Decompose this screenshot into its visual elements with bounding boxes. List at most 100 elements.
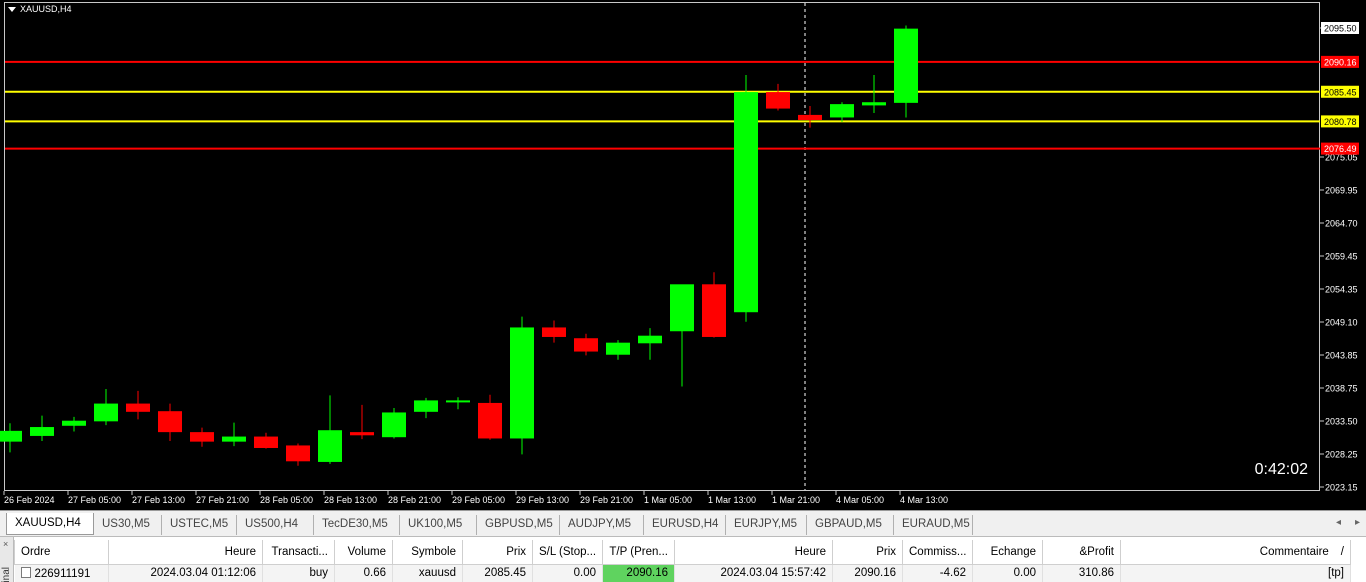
column-header[interactable]: S/L (Stop... (532, 540, 603, 565)
column-header[interactable]: Echange (972, 540, 1043, 565)
column-header-label: Symbole (411, 545, 456, 558)
time-axis-label: 1 Mar 05:00 (644, 495, 692, 505)
table-cell: 0.00 (532, 564, 603, 582)
bull-candle (0, 430, 22, 442)
tab-us500-h4[interactable]: US500,H4 (237, 515, 314, 535)
price-line-tag-label: 2076.49 (1324, 144, 1357, 154)
bull-candle (446, 400, 470, 403)
time-axis-label: 27 Feb 13:00 (132, 495, 185, 505)
table-cell: 2024.03.04 15:57:42 (674, 564, 833, 582)
bull-candle (894, 28, 918, 103)
cell-value: 2085.45 (484, 567, 526, 580)
column-header-label: Transacti... (271, 545, 328, 558)
tab-gbpusd-m5[interactable]: GBPUSD,M5 (477, 515, 560, 535)
time-axis-label: 26 Feb 2024 (4, 495, 55, 505)
chart-area[interactable]: 2095.502075.052069.952064.702059.452054.… (0, 0, 1366, 510)
price-tick-label: 2069.95 (1325, 186, 1358, 196)
tab-euraud-m5[interactable]: EURAUD,M5 (894, 515, 973, 535)
bear-candle (702, 284, 726, 337)
column-header[interactable]: Prix (832, 540, 903, 565)
tab-audjpy-m5[interactable]: AUDJPY,M5 (560, 515, 644, 535)
bull-candle (318, 430, 342, 462)
table-cell: [tp] (1120, 564, 1351, 582)
column-header-label: Heure (794, 545, 826, 558)
bull-candle (606, 342, 630, 355)
time-axis-label: 1 Mar 13:00 (708, 495, 756, 505)
cell-value: 226911191 (34, 567, 91, 580)
dropdown-icon[interactable] (8, 7, 16, 13)
column-header[interactable]: Volume (334, 540, 393, 565)
bull-candle (670, 284, 694, 332)
bear-candle (766, 92, 790, 109)
bull-candle (222, 436, 246, 442)
tab-ustec-m5[interactable]: USTEC,M5 (162, 515, 237, 535)
column-header-label: Echange (990, 545, 1036, 558)
order-icon (20, 566, 31, 578)
bear-candle (158, 411, 182, 433)
table-cell: -4.62 (902, 564, 973, 582)
tab-xauusd-h4[interactable]: XAUUSD,H4 (6, 513, 94, 535)
terminal-panel: × minal Ordre Heure Transacti... Volume Symb… (0, 536, 1366, 582)
column-header[interactable]: Commiss... (902, 540, 973, 565)
bear-candle (574, 338, 598, 352)
tab-gbpaud-m5[interactable]: GBPAUD,M5 (807, 515, 894, 535)
tab-uk100-m5[interactable]: UK100,M5 (400, 515, 477, 535)
table-cell: 0.00 (972, 564, 1043, 582)
bear-candle (190, 432, 214, 442)
cell-value: 2024.03.04 15:57:42 (720, 567, 826, 580)
scroll-right-icon[interactable]: ▸ (1355, 517, 1360, 528)
column-header[interactable]: Ordre (14, 540, 109, 565)
time-axis-label: 4 Mar 13:00 (900, 495, 948, 505)
table-cell: buy (262, 564, 335, 582)
table-cell: 2090.16 (832, 564, 903, 582)
price-line-tag-label: 2090.16 (1324, 57, 1357, 67)
cell-value: 0.66 (363, 567, 386, 580)
tab-eurusd-h4[interactable]: EURUSD,H4 (644, 515, 726, 535)
column-header-label: T/P (Pren... (609, 545, 668, 558)
sort-icon[interactable]: / (1341, 546, 1344, 558)
table-cell: 2024.03.04 01:12:06 (108, 564, 263, 582)
candlestick-chart[interactable]: 2095.502075.052069.952064.702059.452054.… (0, 0, 1366, 510)
tab-eurjpy-m5[interactable]: EURJPY,M5 (726, 515, 807, 535)
close-icon[interactable]: × (3, 539, 8, 549)
column-header[interactable]: Symbole (392, 540, 463, 565)
column-header-label: Ordre (21, 545, 51, 558)
symbol-label: XAUUSD,H4 (20, 4, 72, 14)
price-tick-label: 2064.70 (1325, 219, 1358, 229)
bear-candle (350, 432, 374, 436)
column-header-label: S/L (Stop... (539, 545, 597, 558)
column-header[interactable]: &Profit (1042, 540, 1121, 565)
chart-symbol-title[interactable]: XAUUSD,H4 (8, 4, 72, 14)
bull-candle (62, 420, 86, 426)
table-cell: 0.66 (334, 564, 393, 582)
bull-candle (734, 92, 758, 313)
column-header[interactable]: Transacti... (262, 540, 335, 565)
terminal-side-strip: × minal (0, 537, 14, 582)
column-header[interactable]: T/P (Pren... (602, 540, 675, 565)
time-axis-label: 1 Mar 21:00 (772, 495, 820, 505)
bull-candle (414, 400, 438, 412)
tab-tecde30-m5[interactable]: TecDE30,M5 (314, 515, 400, 535)
bull-candle (30, 427, 54, 436)
bull-candle (638, 335, 662, 344)
scroll-left-icon[interactable]: ◂ (1336, 517, 1341, 528)
table-cell: 226911191 (14, 564, 109, 582)
bear-candle (126, 403, 150, 412)
bear-candle (478, 402, 502, 439)
bull-candle (862, 102, 886, 106)
table-cell: 310.86 (1042, 564, 1121, 582)
column-header[interactable]: Heure (674, 540, 833, 565)
column-header-label: Prix (876, 545, 896, 558)
cell-value: 310.86 (1078, 567, 1114, 580)
last-price-label: 2095.50 (1324, 24, 1357, 34)
time-axis-label: 27 Feb 21:00 (196, 495, 249, 505)
price-tick-label: 2059.45 (1325, 252, 1358, 262)
table-row[interactable]: 226911191 2024.03.04 01:12:06 buy 0.66 xauus… (14, 564, 1351, 582)
bull-candle (510, 327, 534, 439)
tab-us30-m5[interactable]: US30,M5 (94, 515, 162, 535)
column-header[interactable]: Heure (108, 540, 263, 565)
price-tick-label: 2033.50 (1325, 417, 1358, 427)
column-header-label: Prix (506, 545, 526, 558)
column-header[interactable]: Prix (462, 540, 533, 565)
column-header[interactable]: Commentaire / (1120, 540, 1351, 565)
